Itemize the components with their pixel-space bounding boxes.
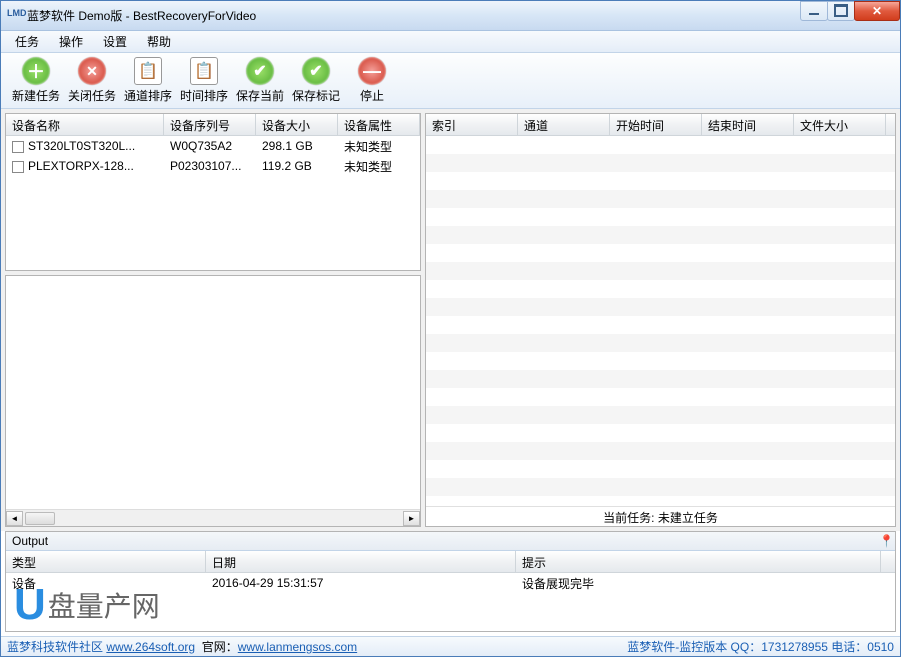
detail-panel: ◄ ► bbox=[5, 275, 421, 527]
status-bar: 蓝梦科技软件社区 www.264soft.org 官网： www.lanmeng… bbox=[1, 636, 900, 656]
output-table-header: 类型 日期 提示 bbox=[6, 551, 895, 573]
app-window: LMD 蓝梦软件 Demo版 - BestRecoveryForVideo 任务… bbox=[0, 0, 901, 657]
horizontal-scrollbar[interactable]: ◄ ► bbox=[6, 509, 420, 526]
title-bar[interactable]: LMD 蓝梦软件 Demo版 - BestRecoveryForVideo bbox=[1, 1, 900, 31]
x-icon: ✕ bbox=[78, 57, 106, 85]
menu-operate[interactable]: 操作 bbox=[51, 31, 91, 52]
device-checkbox[interactable] bbox=[12, 141, 24, 153]
new-task-button[interactable]: ＋ 新建任务 bbox=[9, 55, 63, 106]
stop-button[interactable]: ― 停止 bbox=[345, 55, 399, 106]
time-sort-button[interactable]: 📋 时间排序 bbox=[177, 55, 231, 106]
app-icon: LMD bbox=[7, 8, 23, 24]
output-row[interactable]: 设备 2016-04-29 15:31:57 设备展现完毕 bbox=[6, 573, 895, 593]
output-title: Output bbox=[12, 534, 48, 548]
community-link[interactable]: www.264soft.org bbox=[106, 640, 195, 654]
calendar-icon: 📋 bbox=[134, 57, 162, 85]
menu-task[interactable]: 任务 bbox=[7, 31, 47, 52]
menu-help[interactable]: 帮助 bbox=[139, 31, 179, 52]
contact-info: 蓝梦软件-监控版本 QQ：1731278955 电话：0510 bbox=[627, 638, 894, 655]
calendar-icon: 📋 bbox=[190, 57, 218, 85]
pin-icon[interactable]: 📍 bbox=[879, 534, 889, 544]
output-section: Output 📍 类型 日期 提示 设备 2016-04-29 15:31:57… bbox=[5, 531, 896, 632]
close-button[interactable] bbox=[854, 1, 900, 21]
col-msg[interactable]: 提示 bbox=[516, 551, 881, 572]
result-table-body bbox=[426, 136, 895, 506]
col-size[interactable]: 设备大小 bbox=[256, 114, 338, 135]
device-row[interactable]: ST320LT0ST320L... W0Q735A2 298.1 GB 未知类型 bbox=[6, 136, 420, 156]
scroll-thumb[interactable] bbox=[25, 512, 55, 525]
toolbar: ＋ 新建任务 ✕ 关闭任务 📋 通道排序 📋 时间排序 ✔ 保存当前 ✔ 保存标… bbox=[1, 53, 900, 109]
menu-bar: 任务 操作 设置 帮助 bbox=[1, 31, 900, 53]
save-mark-button[interactable]: ✔ 保存标记 bbox=[289, 55, 343, 106]
task-status: 当前任务: 未建立任务 bbox=[426, 506, 895, 526]
window-title: 蓝梦软件 Demo版 - BestRecoveryForVideo bbox=[27, 7, 801, 24]
col-date[interactable]: 日期 bbox=[206, 551, 516, 572]
device-table-header: 设备名称 设备序列号 设备大小 设备属性 bbox=[6, 114, 420, 136]
col-start[interactable]: 开始时间 bbox=[610, 114, 702, 135]
col-channel[interactable]: 通道 bbox=[518, 114, 610, 135]
minimize-button[interactable] bbox=[800, 1, 828, 21]
plus-icon: ＋ bbox=[22, 57, 50, 85]
device-checkbox[interactable] bbox=[12, 161, 24, 173]
col-serial[interactable]: 设备序列号 bbox=[164, 114, 256, 135]
col-device-name[interactable]: 设备名称 bbox=[6, 114, 164, 135]
check-icon: ✔ bbox=[246, 57, 274, 85]
close-task-button[interactable]: ✕ 关闭任务 bbox=[65, 55, 119, 106]
col-attr[interactable]: 设备属性 bbox=[338, 114, 420, 135]
device-row[interactable]: PLEXTORPX-128... P02303107... 119.2 GB 未… bbox=[6, 156, 420, 176]
main-area: 设备名称 设备序列号 设备大小 设备属性 ST320LT0ST320L... W… bbox=[1, 109, 900, 531]
col-filesize[interactable]: 文件大小 bbox=[794, 114, 886, 135]
col-index[interactable]: 索引 bbox=[426, 114, 518, 135]
col-type[interactable]: 类型 bbox=[6, 551, 206, 572]
stop-icon: ― bbox=[358, 57, 386, 85]
scroll-left-button[interactable]: ◄ bbox=[6, 511, 23, 526]
maximize-button[interactable] bbox=[827, 1, 855, 21]
result-table-header: 索引 通道 开始时间 结束时间 文件大小 bbox=[426, 114, 895, 136]
check-icon: ✔ bbox=[302, 57, 330, 85]
result-panel: 索引 通道 开始时间 结束时间 文件大小 当前任务: 未建立任务 bbox=[425, 113, 896, 527]
device-panel: 设备名称 设备序列号 设备大小 设备属性 ST320LT0ST320L... W… bbox=[5, 113, 421, 271]
col-end[interactable]: 结束时间 bbox=[702, 114, 794, 135]
save-current-button[interactable]: ✔ 保存当前 bbox=[233, 55, 287, 106]
menu-settings[interactable]: 设置 bbox=[95, 31, 135, 52]
channel-sort-button[interactable]: 📋 通道排序 bbox=[121, 55, 175, 106]
scroll-right-button[interactable]: ► bbox=[403, 511, 420, 526]
official-link[interactable]: www.lanmengsos.com bbox=[238, 640, 357, 654]
